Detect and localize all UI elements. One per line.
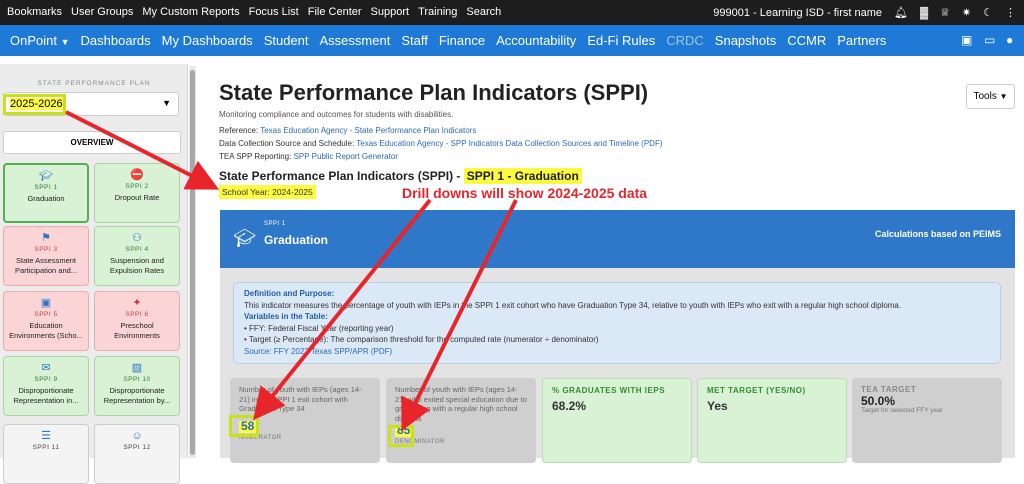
- bookmarks-link[interactable]: Bookmarks: [7, 6, 62, 18]
- banner-code: SPPI 1: [264, 221, 286, 227]
- search-link[interactable]: Search: [466, 6, 501, 18]
- moon-icon[interactable]: ☾: [983, 6, 993, 19]
- schedule-link[interactable]: Texas Education Agency - SPP Indicators …: [356, 139, 662, 148]
- percent-value: 68.2%: [552, 398, 587, 413]
- sppi-2-tile[interactable]: ⛔ SPPI 2 Dropout Rate: [94, 163, 180, 223]
- main-nav: OnPoint ▼ Dashboards My Dashboards Stude…: [0, 25, 1024, 56]
- account-label[interactable]: 999001 - Learning ISD - first name: [713, 7, 882, 19]
- highlight-box: [229, 415, 259, 437]
- sppi-11-tile[interactable]: ☰ SPPI 11: [3, 424, 89, 484]
- banner-title: Graduation: [264, 233, 329, 247]
- section-highlight: SPPI 1 - Graduation: [463, 168, 582, 184]
- sppi-5-tile[interactable]: ▣ SPPI 5 Education Environments (Scho...: [3, 291, 89, 351]
- custom-reports-link[interactable]: My Custom Reports: [142, 6, 239, 18]
- file-center-link[interactable]: File Center: [308, 6, 362, 18]
- support-link[interactable]: Support: [371, 6, 410, 18]
- child-icon: ☺: [131, 430, 143, 442]
- sppi-12-tile[interactable]: ☺ SPPI 12: [94, 424, 180, 484]
- highlight-box: [388, 425, 414, 447]
- reporting-line: TEA SPP Reporting: SPP Public Report Gen…: [219, 152, 398, 161]
- nav-ccmr[interactable]: CCMR: [787, 33, 826, 48]
- bug-icon[interactable]: ✷: [962, 6, 971, 19]
- page-subtitle: Monitoring compliance and outcomes for s…: [219, 110, 454, 119]
- page-title: State Performance Plan Indicators (SPPI): [219, 80, 649, 105]
- sppi-10-tile[interactable]: ▨ SPPI 10 Disproportionate Representatio…: [94, 356, 180, 416]
- caret-down-icon: ▼: [162, 98, 171, 108]
- nav-assessment[interactable]: Assessment: [320, 33, 391, 48]
- nav-edfi-rules[interactable]: Ed-Fi Rules: [587, 33, 655, 48]
- caret-down-icon: ▼: [999, 92, 1008, 101]
- nav-snapshots[interactable]: Snapshots: [715, 33, 776, 48]
- nav-brand-onpoint[interactable]: OnPoint ▼: [10, 33, 70, 48]
- group-icon: ⚇: [132, 232, 142, 244]
- plan-label: STATE PERFORMANCE PLAN: [37, 80, 151, 87]
- definition-text: This indicator measures the percentage o…: [244, 300, 902, 310]
- schedule-line: Data Collection Source and Schedule: Tex…: [219, 139, 663, 148]
- nav-student[interactable]: Student: [264, 33, 309, 48]
- sppi-1-tile[interactable]: 🎓︎ SPPI 1 Graduation: [3, 163, 89, 223]
- graduate-icon: 🎓︎: [233, 228, 256, 248]
- school-year: School Year: 2024-2025: [219, 185, 316, 199]
- chart-icon[interactable]: ▓: [920, 7, 928, 19]
- user-groups-link[interactable]: User Groups: [71, 6, 133, 18]
- highlight-box: [3, 94, 66, 115]
- overview-button[interactable]: OVERVIEW: [3, 131, 181, 154]
- sidebar-scrollbar[interactable]: [189, 66, 196, 458]
- sppi-banner: 🎓︎ SPPI 1 Graduation Calculations based …: [220, 210, 1015, 268]
- sppi-4-tile[interactable]: ⚇ SPPI 4 Suspension and Expulsion Rates: [94, 226, 180, 286]
- dots-menu-icon[interactable]: ⋮: [1005, 6, 1016, 19]
- running-child-icon: ✦: [132, 297, 142, 309]
- section-heading: State Performance Plan Indicators (SPPI)…: [219, 168, 582, 184]
- reference-line: Reference: Texas Education Agency - Stat…: [219, 126, 477, 135]
- sppi-6-tile[interactable]: ✦ SPPI 6 Preschool Environments: [94, 291, 180, 351]
- chat-icon: ✉: [41, 362, 51, 374]
- reference-link[interactable]: Texas Education Agency - State Performan…: [260, 126, 476, 135]
- image-icon: ▨: [131, 362, 143, 374]
- met-target-card: MET TARGET (YES/NO) Yes: [697, 378, 847, 463]
- top-utility-bar: Bookmarks User Groups My Custom Reports …: [0, 0, 1024, 25]
- nav-accountability[interactable]: Accountability: [496, 33, 576, 48]
- trophy-icon[interactable]: ♕: [940, 6, 950, 19]
- met-target-value: Yes: [707, 398, 728, 413]
- training-link[interactable]: Training: [418, 6, 457, 18]
- nav-partners[interactable]: Partners: [837, 33, 886, 48]
- bell-icon[interactable]: 🔔︎: [894, 6, 908, 19]
- tea-target-value: 50.0%: [861, 393, 896, 408]
- nav-crdc[interactable]: CRDC: [666, 33, 704, 48]
- tools-button[interactable]: Tools ▼: [966, 84, 1015, 109]
- drill-annotation: Drill downs will show 2024-2025 data: [402, 185, 648, 201]
- nav-finance[interactable]: Finance: [439, 33, 485, 48]
- percent-card: % GRADUATES WITH IEPS 68.2%: [542, 378, 692, 463]
- nav-my-dashboards[interactable]: My Dashboards: [162, 33, 253, 48]
- sppi-9-tile[interactable]: ✉ SPPI 9 Disproportionate Representation…: [3, 356, 89, 416]
- nav-dashboards[interactable]: Dashboards: [81, 33, 151, 48]
- nav-staff[interactable]: Staff: [401, 33, 428, 48]
- focus-list-link[interactable]: Focus List: [249, 6, 299, 18]
- user-icon[interactable]: ●: [1006, 33, 1013, 47]
- classroom-icon: ▣: [40, 297, 52, 309]
- document-icon: ☰: [41, 430, 51, 442]
- texas-flag-icon: ⚑: [41, 232, 51, 244]
- definition-box: Definition and Purpose: This indicator m…: [233, 282, 1001, 364]
- graduate-icon: 🎓︎: [39, 170, 53, 182]
- save-icon[interactable]: ▣: [961, 33, 972, 47]
- denominator-card: Number of youth with IEPs (ages 14-21) w…: [386, 378, 536, 463]
- tea-target-card: TEA TARGET 50.0% Target for selected FFY…: [852, 378, 1002, 463]
- chevron-down-icon: ▼: [60, 37, 70, 47]
- banner-calc-note: Calculations based on PEIMS: [874, 229, 1001, 239]
- id-card-icon[interactable]: ▭: [984, 33, 995, 47]
- source-link[interactable]: Source: FFY 2022 Texas SPP/APR (PDF): [244, 346, 990, 358]
- no-entry-icon: ⛔: [130, 169, 144, 181]
- reporting-link[interactable]: SPP Public Report Generator: [294, 152, 398, 161]
- sppi-3-tile[interactable]: ⚑ SPPI 3 State Assessment Participation …: [3, 226, 89, 286]
